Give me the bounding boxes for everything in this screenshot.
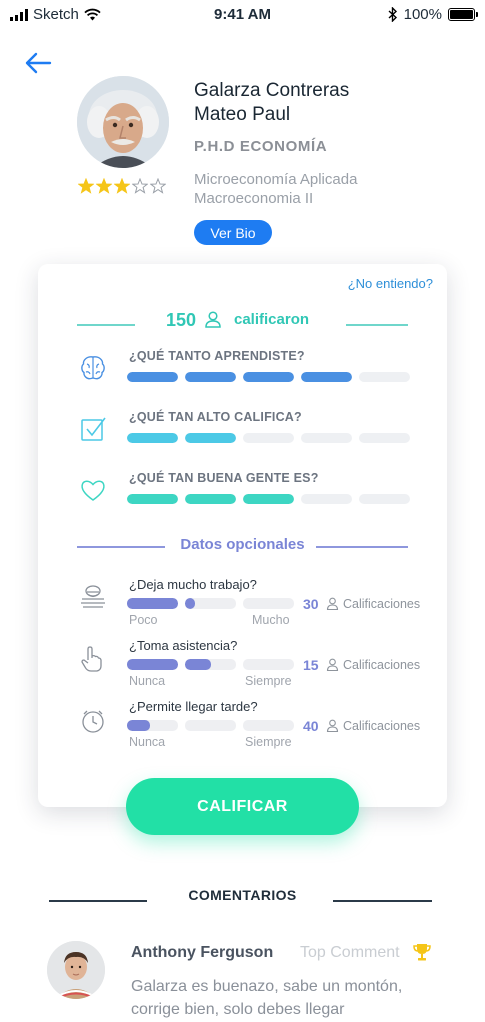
rating-segment[interactable] xyxy=(301,494,352,504)
person-icon xyxy=(326,597,339,610)
bio-button[interactable]: Ver Bio xyxy=(194,220,272,245)
star-empty-icon xyxy=(132,178,148,194)
scale-low-label: Poco xyxy=(129,613,158,627)
commenter-avatar xyxy=(47,941,105,999)
rate-button[interactable]: CALIFICAR xyxy=(126,778,359,835)
rating-segment[interactable] xyxy=(243,433,294,443)
optional-question: ¿Permite llegar tarde? xyxy=(129,699,258,714)
rating-segment[interactable] xyxy=(243,494,294,504)
person-icon xyxy=(205,311,221,328)
optional-segment[interactable] xyxy=(185,598,236,609)
battery-icon xyxy=(448,8,478,21)
scale-high-label: Mucho xyxy=(252,613,290,627)
star-empty-icon xyxy=(150,178,166,194)
brain-icon xyxy=(81,356,105,380)
professor-given-names: Mateo Paul xyxy=(194,104,291,125)
professor-avatar xyxy=(77,76,169,168)
rating-segment[interactable] xyxy=(301,372,352,382)
heart-icon xyxy=(81,480,105,501)
rating-bar[interactable] xyxy=(127,372,410,382)
course-item: Microeconomía Aplicada xyxy=(194,171,358,188)
rating-segment[interactable] xyxy=(127,372,178,382)
scale-low-label: Nunca xyxy=(129,735,166,749)
top-comment-badge: Top Comment xyxy=(300,944,400,961)
optional-section-title: Datos opcionales xyxy=(180,536,305,553)
rating-bar[interactable] xyxy=(127,494,410,504)
professor-surnames: Galarza Contreras xyxy=(194,80,350,101)
rated-count: 150 xyxy=(166,310,197,330)
star-filled-icon xyxy=(78,178,94,194)
checkbox-icon xyxy=(81,417,106,441)
optional-count-label: Calificaciones xyxy=(343,597,421,611)
optional-count: 30 xyxy=(303,596,319,612)
question-label: ¿QUÉ TANTO APRENDISTE? xyxy=(129,349,305,363)
optional-bar[interactable] xyxy=(127,598,294,609)
trophy-icon xyxy=(413,944,431,961)
optional-bar[interactable] xyxy=(127,720,294,731)
hand-icon xyxy=(81,646,102,672)
rating-segment[interactable] xyxy=(301,433,352,443)
star-filled-icon xyxy=(114,178,130,194)
optional-segment[interactable] xyxy=(185,720,236,731)
person-icon xyxy=(326,719,339,732)
clock-icon xyxy=(82,710,104,733)
status-bar: Sketch 9:41 AM 100% xyxy=(0,0,485,30)
rating-segment[interactable] xyxy=(243,372,294,382)
divider-line xyxy=(346,324,408,326)
bluetooth-icon xyxy=(388,7,397,22)
professor-degree: P.H.D ECONOMÍA xyxy=(194,138,328,155)
scale-low-label: Nunca xyxy=(129,674,166,688)
help-link[interactable]: ¿No entiendo? xyxy=(348,276,433,291)
optional-segment[interactable] xyxy=(127,598,178,609)
optional-bar[interactable] xyxy=(127,659,294,670)
optional-count-label: Calificaciones xyxy=(343,719,421,733)
status-right: 100% xyxy=(388,6,478,23)
optional-segment[interactable] xyxy=(243,659,294,670)
optional-segment[interactable] xyxy=(185,659,236,670)
optional-segment[interactable] xyxy=(243,720,294,731)
question-label: ¿QUÉ TAN BUENA GENTE ES? xyxy=(129,471,319,485)
comment-text: Galarza es buenazo, sabe un montón, corr… xyxy=(131,978,403,1018)
rating-card: ¿No entiendo? 150 calificaron ¿QUÉ TANTO… xyxy=(38,264,447,807)
battery-percent: 100% xyxy=(403,6,442,23)
star-rating xyxy=(78,178,166,194)
rating-segment[interactable] xyxy=(359,494,410,504)
rating-segment[interactable] xyxy=(185,494,236,504)
optional-count-label: Calificaciones xyxy=(343,658,421,672)
question-label: ¿QUÉ TAN ALTO CALIFICA? xyxy=(129,410,302,424)
rating-segment[interactable] xyxy=(127,433,178,443)
optional-segment[interactable] xyxy=(243,598,294,609)
optional-question: ¿Deja mucho trabajo? xyxy=(129,577,257,592)
course-item: Macroeconomia II xyxy=(194,190,314,207)
rating-segment[interactable] xyxy=(359,433,410,443)
back-arrow-icon[interactable] xyxy=(22,48,54,78)
scale-high-label: Siempre xyxy=(245,735,292,749)
optional-count: 15 xyxy=(303,657,319,673)
workload-icon xyxy=(81,585,105,608)
scale-high-label: Siempre xyxy=(245,674,292,688)
optional-segment[interactable] xyxy=(127,720,178,731)
rated-label: calificaron xyxy=(234,311,310,328)
comments-title: COMENTARIOS xyxy=(188,887,297,903)
rating-segment[interactable] xyxy=(127,494,178,504)
rating-bar[interactable] xyxy=(127,433,410,443)
commenter-name: Anthony Ferguson xyxy=(131,944,274,961)
rating-segment[interactable] xyxy=(359,372,410,382)
rating-segment[interactable] xyxy=(185,433,236,443)
optional-segment[interactable] xyxy=(127,659,178,670)
person-icon xyxy=(326,658,339,671)
star-filled-icon xyxy=(96,178,112,194)
optional-count: 40 xyxy=(303,718,319,734)
rating-segment[interactable] xyxy=(185,372,236,382)
divider-line xyxy=(77,324,135,326)
optional-question: ¿Toma asistencia? xyxy=(129,638,238,653)
